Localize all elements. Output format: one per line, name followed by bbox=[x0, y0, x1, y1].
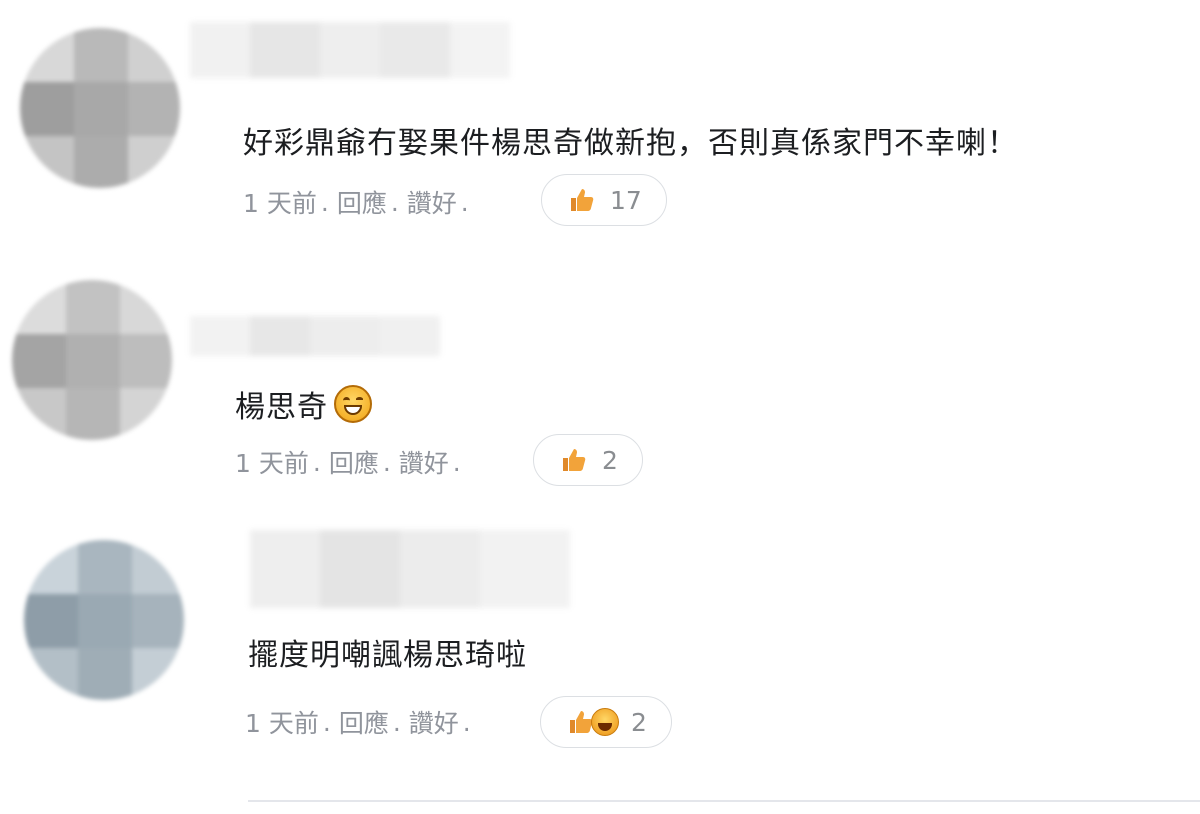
separator: . bbox=[382, 447, 391, 477]
like-button[interactable]: 讚好 bbox=[409, 704, 459, 740]
separator: . bbox=[462, 707, 471, 737]
reaction-count-pill[interactable]: 17 bbox=[541, 174, 667, 226]
comment-meta: 1 天前 . 回應 . 讚好 . bbox=[243, 184, 477, 220]
reaction-count-pill[interactable]: 2 bbox=[533, 434, 643, 486]
divider bbox=[248, 800, 1200, 802]
haha-reaction-icon bbox=[591, 708, 619, 736]
separator: . bbox=[390, 187, 399, 217]
thumbs-up-icon bbox=[560, 446, 588, 474]
reaction-count: 17 bbox=[610, 185, 642, 215]
comment-meta: 1 天前 . 回應 . 讚好 . bbox=[245, 704, 479, 740]
comment-list: 好彩鼎爺冇娶果件楊思奇做新抱，否則真係家門不幸喇！ 1 天前 . 回應 . 讚好… bbox=[0, 0, 1200, 814]
like-button[interactable]: 讚好 bbox=[407, 184, 457, 220]
separator: . bbox=[452, 447, 461, 477]
username-blurred[interactable] bbox=[190, 22, 510, 78]
grinning-sweat-emoji-icon bbox=[334, 385, 372, 423]
reaction-count-pill[interactable]: 2 bbox=[540, 696, 672, 748]
separator: . bbox=[322, 707, 331, 737]
separator: . bbox=[320, 187, 329, 217]
separator: . bbox=[392, 707, 401, 737]
comment-text: 擺度明嘲諷楊思琦啦 bbox=[248, 638, 527, 673]
comment-meta: 1 天前 . 回應 . 讚好 . bbox=[235, 444, 469, 480]
separator: . bbox=[312, 447, 321, 477]
comment-text: 楊思奇 bbox=[235, 382, 372, 426]
username-blurred[interactable] bbox=[190, 316, 440, 356]
reply-button[interactable]: 回應 bbox=[339, 704, 389, 740]
comment-item: 擺度明嘲諷楊思琦啦 1 天前 . 回應 . 讚好 . 2 bbox=[0, 500, 1200, 814]
thumbs-up-icon bbox=[568, 186, 596, 214]
reply-button[interactable]: 回應 bbox=[337, 184, 387, 220]
avatar[interactable] bbox=[24, 540, 184, 700]
timestamp[interactable]: 1 天前 bbox=[243, 184, 317, 220]
separator: . bbox=[460, 187, 469, 217]
timestamp[interactable]: 1 天前 bbox=[235, 444, 309, 480]
avatar[interactable] bbox=[20, 28, 180, 188]
reaction-count: 2 bbox=[631, 707, 647, 737]
comment-item: 好彩鼎爺冇娶果件楊思奇做新抱，否則真係家門不幸喇！ 1 天前 . 回應 . 讚好… bbox=[0, 0, 1200, 250]
like-button[interactable]: 讚好 bbox=[399, 444, 449, 480]
avatar[interactable] bbox=[12, 280, 172, 440]
comment-item: 楊思奇 1 天前 . 回應 . 讚好 . 2 bbox=[0, 250, 1200, 500]
timestamp[interactable]: 1 天前 bbox=[245, 704, 319, 740]
comment-text: 好彩鼎爺冇娶果件楊思奇做新抱，否則真係家門不幸喇！ bbox=[243, 126, 1018, 161]
username-blurred[interactable] bbox=[250, 530, 570, 608]
comment-text-content: 楊思奇 bbox=[235, 390, 328, 425]
reaction-count: 2 bbox=[602, 445, 618, 475]
reply-button[interactable]: 回應 bbox=[329, 444, 379, 480]
